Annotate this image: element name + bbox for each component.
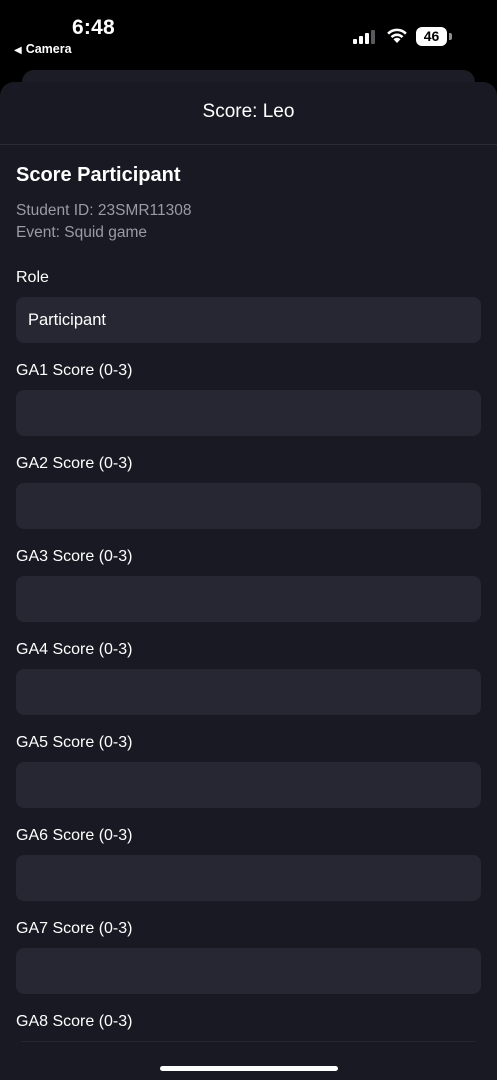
battery-level: 46 <box>416 27 447 46</box>
wifi-icon <box>387 28 407 43</box>
signal-icon <box>353 30 375 44</box>
score-field-group: GA5 Score (0-3) <box>16 734 481 808</box>
score-input[interactable] <box>16 762 481 808</box>
student-id: Student ID: 23SMR11308 <box>16 202 192 219</box>
score-field-group: GA3 Score (0-3) <box>16 548 481 622</box>
score-sheet: Score: Leo Score Participant Student ID:… <box>0 82 497 1080</box>
score-input[interactable] <box>16 483 481 529</box>
score-input[interactable] <box>16 948 481 994</box>
score-field-label: GA3 Score (0-3) <box>16 548 133 565</box>
score-field-group: GA7 Score (0-3) <box>16 920 481 994</box>
score-field-group: GA2 Score (0-3) <box>16 455 481 529</box>
score-field-label: GA1 Score (0-3) <box>16 362 133 379</box>
score-field-label: GA6 Score (0-3) <box>16 827 133 844</box>
score-field-label: GA2 Score (0-3) <box>16 455 133 472</box>
score-field-label: GA7 Score (0-3) <box>16 920 133 937</box>
back-app-label: Camera <box>25 42 72 56</box>
back-to-app-link[interactable]: ◀ Camera <box>14 42 72 56</box>
role-field[interactable]: Participant <box>16 297 481 343</box>
battery-icon: 46 <box>416 27 452 46</box>
score-field-label: GA4 Score (0-3) <box>16 641 133 658</box>
score-input[interactable] <box>16 576 481 622</box>
score-input[interactable] <box>16 669 481 715</box>
score-form: Score Participant Student ID: 23SMR11308… <box>0 164 497 1080</box>
score-field-group: GA4 Score (0-3) <box>16 641 481 715</box>
score-input[interactable] <box>16 855 481 901</box>
sheet-header: Score: Leo <box>0 82 497 145</box>
back-triangle-icon: ◀ <box>14 45 22 56</box>
section-title: Score Participant <box>16 164 181 186</box>
role-label: Role <box>16 269 49 286</box>
score-field-group: GA6 Score (0-3) <box>16 827 481 901</box>
status-time: 6:48 <box>72 16 115 39</box>
home-indicator[interactable] <box>160 1066 338 1071</box>
bottom-bar <box>0 1042 497 1080</box>
status-bar: 6:48 ◀ Camera 46 <box>0 0 497 70</box>
event-name: Event: Squid game <box>16 224 147 241</box>
score-input[interactable] <box>16 390 481 436</box>
score-field-label: GA8 Score (0-3) <box>16 1013 133 1030</box>
score-field-group: GA1 Score (0-3) <box>16 362 481 436</box>
sheet-title: Score: Leo <box>202 101 295 122</box>
score-field-label: GA5 Score (0-3) <box>16 734 133 751</box>
